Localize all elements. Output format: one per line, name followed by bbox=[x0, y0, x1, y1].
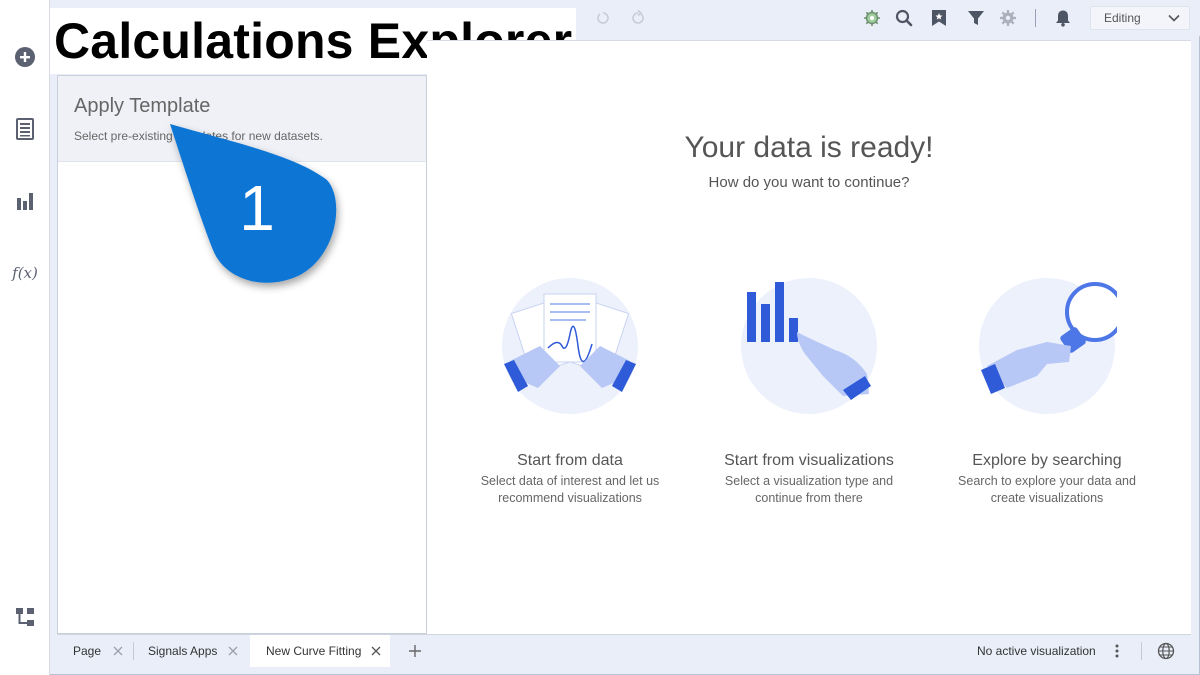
search-icon[interactable] bbox=[893, 7, 915, 29]
close-icon[interactable] bbox=[370, 645, 382, 657]
chart-pointer-illustration bbox=[741, 278, 877, 414]
smart-gear-icon[interactable] bbox=[861, 7, 883, 29]
add-tab-icon[interactable] bbox=[407, 643, 423, 659]
close-icon[interactable] bbox=[227, 645, 239, 657]
add-circle-icon[interactable] bbox=[13, 45, 37, 69]
option-description: Search to explore your data and create vi… bbox=[958, 474, 1136, 505]
explore-by-searching-option[interactable]: Explore by searching Search to explore y… bbox=[937, 276, 1157, 516]
redo-icon[interactable] bbox=[627, 7, 649, 29]
tab-label: Signals Apps bbox=[148, 644, 218, 658]
function-icon[interactable]: f(x) bbox=[12, 261, 38, 285]
bookmark-icon[interactable] bbox=[928, 7, 950, 29]
close-icon[interactable] bbox=[112, 645, 124, 657]
settings-gear-icon[interactable] bbox=[997, 7, 1019, 29]
ready-title: Your data is ready! bbox=[684, 131, 934, 164]
option-description: Select data of interest and let us recomm… bbox=[480, 474, 660, 505]
undo-icon[interactable] bbox=[592, 7, 614, 29]
main-panel: Your data is ready! How do you want to c… bbox=[427, 40, 1191, 634]
filter-icon[interactable] bbox=[965, 7, 987, 29]
tab-label: Page bbox=[73, 644, 102, 658]
mode-select[interactable]: Editing bbox=[1090, 6, 1190, 30]
status-text: No active visualization bbox=[977, 644, 1096, 658]
tab-label: New Curve Fitting bbox=[266, 644, 362, 658]
option-description: Select a visualization type and continue … bbox=[724, 474, 894, 505]
toolbar-divider bbox=[1035, 9, 1036, 27]
template-title: Apply Template bbox=[74, 95, 211, 117]
notification-bell-icon[interactable] bbox=[1052, 7, 1074, 29]
tab-new-curve-fitting[interactable]: New Curve Fitting bbox=[250, 635, 390, 667]
hierarchy-icon[interactable] bbox=[13, 605, 37, 629]
ready-subtitle: How do you want to continue? bbox=[708, 174, 910, 191]
data-table-icon[interactable] bbox=[13, 117, 37, 141]
data-sheets-illustration bbox=[502, 278, 638, 414]
start-from-visualizations-option[interactable]: Start from visualizations Select a visua… bbox=[699, 276, 919, 516]
option-title: Start from visualizations bbox=[724, 452, 894, 469]
callout-number: 1 bbox=[239, 172, 275, 244]
magnifier-hand-illustration bbox=[979, 278, 1117, 414]
option-title: Explore by searching bbox=[972, 452, 1122, 469]
chevron-down-icon bbox=[1168, 14, 1180, 22]
tab-page[interactable]: Page bbox=[57, 635, 132, 667]
statusbar-divider bbox=[1141, 642, 1142, 660]
left-rail: f(x) bbox=[0, 0, 50, 675]
mode-select-value: Editing bbox=[1104, 11, 1141, 25]
bottom-tab-bar: Page Signals Apps New Curve Fitting No a… bbox=[57, 634, 1191, 667]
more-vertical-icon[interactable] bbox=[1109, 643, 1125, 659]
tab-signals-apps[interactable]: Signals Apps bbox=[134, 635, 247, 667]
option-title: Start from data bbox=[517, 452, 623, 469]
globe-icon[interactable] bbox=[1157, 642, 1175, 660]
start-from-data-option[interactable]: Start from data Select data of interest … bbox=[460, 276, 680, 516]
bar-chart-icon[interactable] bbox=[13, 189, 37, 213]
